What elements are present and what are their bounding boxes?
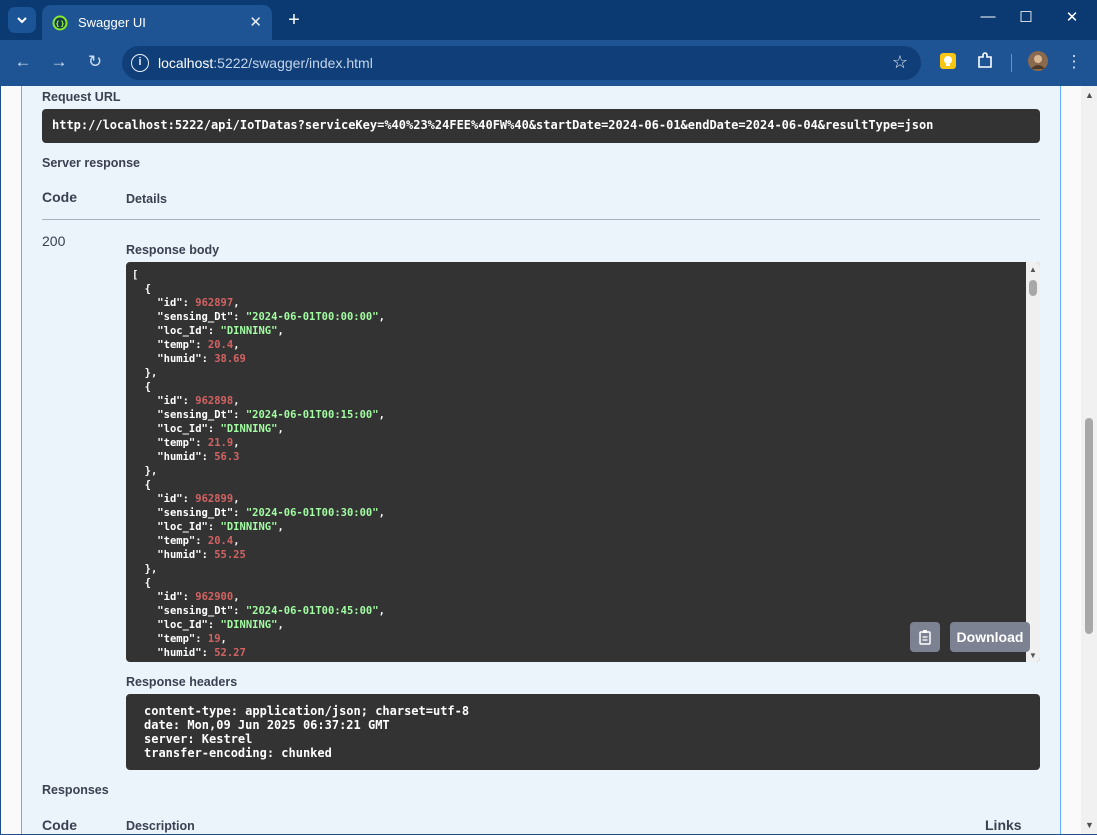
json-key: "loc_Id" [157,619,208,631]
json-value-id: 962899 [195,493,234,505]
json-key: "sensing_Dt" [157,605,234,617]
site-info-icon[interactable]: i [131,54,149,72]
url-host: localhost [158,55,214,71]
json-key: "id" [157,395,183,407]
request-url-label: Request URL [42,90,121,104]
browser-toolbar: ← → ↻ i localhost:5222/swagger/index.htm… [0,40,1097,86]
responses-code-header: Code [42,817,77,833]
json-value-loc_id: "DINNING" [220,325,278,337]
url-text[interactable]: localhost:5222/swagger/index.html [158,55,373,71]
json-value-loc_id: "DINNING" [220,423,278,435]
json-key: "sensing_Dt" [157,311,234,323]
json-value-humid: 56.3 [214,451,240,463]
json-key: "humid" [157,549,202,561]
address-bar[interactable]: i localhost:5222/swagger/index.html ☆ [122,46,921,80]
details-column-header: Details [126,192,167,206]
json-value-temp: 20.4 [207,535,234,547]
json-key: "temp" [157,437,196,449]
response-body-scrollbar[interactable]: ▲ ▼ [1026,262,1040,662]
code-column-header: Code [42,189,77,205]
json-key: "loc_Id" [157,423,208,435]
swagger-page: Request URL http://localhost:5222/api/Io… [1,86,1096,834]
json-key: "sensing_Dt" [157,507,234,519]
json-value-id: 962898 [195,395,234,407]
responses-links-header: Links [985,817,1022,833]
json-value-id: 962897 [195,297,234,309]
title-bar: {} Swagger UI ✕ + — ☐ ✕ [0,0,1097,40]
scroll-up-arrow-icon[interactable]: ▲ [1029,265,1037,274]
json-key: "temp" [157,339,196,351]
json-key: "temp" [157,535,196,547]
operation-panel: Request URL http://localhost:5222/api/Io… [21,86,1061,834]
page-scroll-down-icon[interactable]: ▼ [1085,820,1094,830]
json-key: "humid" [157,451,202,463]
request-url-value[interactable]: http://localhost:5222/api/IoTDatas?servi… [42,109,1040,143]
menu-kebab-icon[interactable]: ⋮ [1063,51,1085,73]
server-response-label: Server response [42,156,140,170]
url-path: :5222/swagger/index.html [213,55,373,71]
json-value-sensing_dt: "2024-06-01T00:30:00" [245,507,379,519]
json-value-temp: 19 [207,633,221,645]
json-key: "loc_Id" [157,325,208,337]
scroll-thumb[interactable] [1029,280,1037,296]
back-icon[interactable]: ← [12,51,34,73]
json-key: "id" [157,493,183,505]
chevron-down-icon [17,17,27,24]
minimize-icon[interactable]: — [976,8,1000,25]
responses-label: Responses [42,783,109,797]
tab-search-button[interactable] [8,7,36,33]
new-tab-button[interactable]: + [284,9,304,32]
tab-title: Swagger UI [78,15,146,30]
json-key: "humid" [157,647,202,659]
json-key: "id" [157,591,183,603]
scroll-down-arrow-icon[interactable]: ▼ [1029,651,1037,660]
toolbar-divider [1011,54,1012,72]
reload-icon[interactable]: ↻ [84,51,106,73]
json-value-sensing_dt: "2024-06-01T00:00:00" [245,311,379,323]
json-value-humid: 52.27 [214,647,246,659]
swagger-favicon-icon: {} [52,15,68,30]
page-scrollbar[interactable]: ▲ ▼ [1081,86,1097,834]
responses-description-header: Description [126,819,195,833]
bookmark-star-icon[interactable]: ☆ [892,52,908,73]
json-value-temp: 21.9 [207,437,234,449]
page-scroll-up-icon[interactable]: ▲ [1085,90,1094,100]
json-value-sensing_dt: "2024-06-01T00:15:00" [245,409,379,421]
json-key: "sensing_Dt" [157,409,234,421]
response-headers-label: Response headers [126,675,238,689]
status-code: 200 [42,233,66,249]
profile-avatar[interactable] [1028,51,1048,71]
download-button[interactable]: Download [950,622,1030,652]
json-key: "id" [157,297,183,309]
forward-icon[interactable]: → [48,51,70,73]
response-body[interactable]: [ { "id": 962897, "sensing_Dt": "2024-06… [126,262,1040,662]
json-key: "loc_Id" [157,521,208,533]
tab-swagger-ui[interactable]: {} Swagger UI ✕ [42,5,272,40]
maximize-icon[interactable]: ☐ [1014,8,1038,26]
json-value-loc_id: "DINNING" [220,521,278,533]
json-value-id: 962900 [195,591,234,603]
header-divider [42,219,1040,220]
json-value-loc_id: "DINNING" [220,619,278,631]
json-key: "humid" [157,353,202,365]
response-json[interactable]: [ { "id": 962897, "sensing_Dt": "2024-06… [132,268,385,660]
page-scroll-thumb[interactable] [1085,418,1093,634]
close-tab-icon[interactable]: ✕ [249,13,262,31]
clipboard-icon [919,630,931,645]
response-headers-value[interactable]: content-type: application/json; charset=… [126,694,1040,770]
json-value-humid: 38.69 [214,353,246,365]
json-value-humid: 55.25 [214,549,246,561]
svg-text:{}: {} [55,20,65,28]
response-body-label: Response body [126,243,220,257]
close-window-icon[interactable]: ✕ [1060,8,1084,26]
copy-to-clipboard-button[interactable] [910,622,940,652]
json-value-sensing_dt: "2024-06-01T00:45:00" [245,605,379,617]
extensions-puzzle-icon[interactable] [976,52,994,70]
json-key: "temp" [157,633,196,645]
extension-bulb-icon[interactable] [939,52,957,70]
json-value-temp: 20.4 [207,339,234,351]
